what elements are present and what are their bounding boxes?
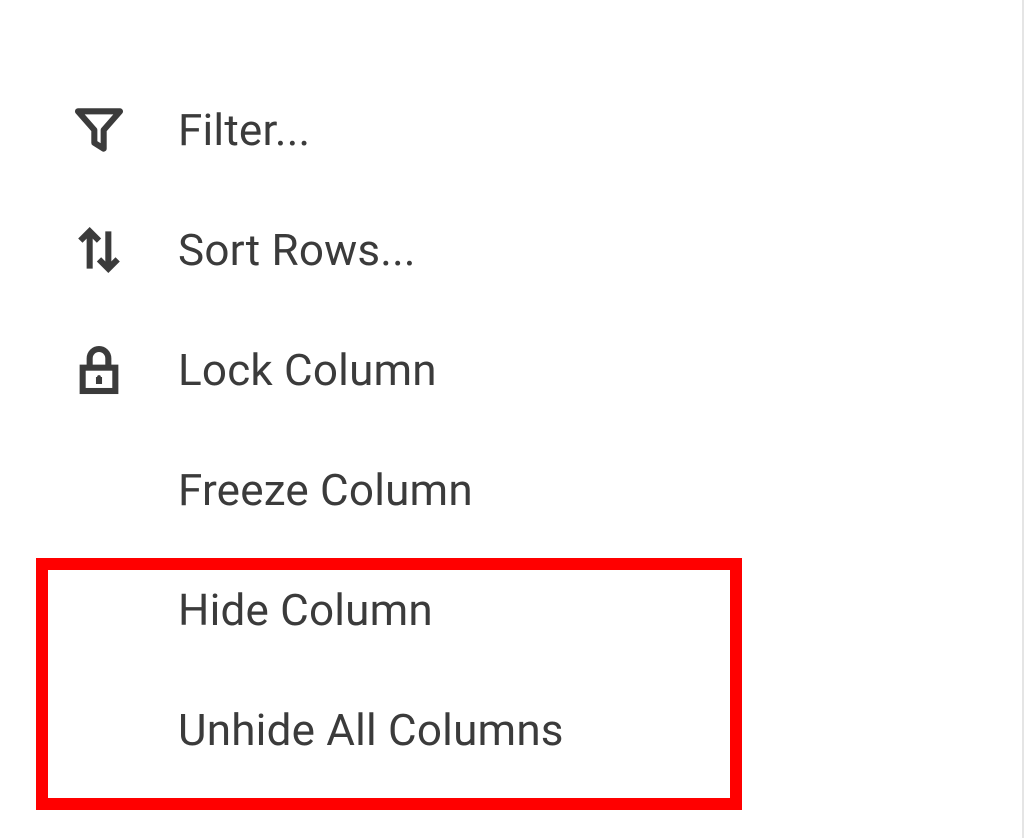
menu-item-label: Unhide All Columns: [178, 704, 564, 756]
menu-item-label: Freeze Column: [178, 464, 473, 516]
no-icon: [68, 459, 130, 521]
menu-item-label: Filter...: [178, 104, 310, 156]
menu-item-hide-column[interactable]: Hide Column: [68, 550, 564, 670]
menu-item-unhide-all-columns[interactable]: Unhide All Columns: [68, 670, 564, 790]
menu-item-label: Lock Column: [178, 344, 437, 396]
menu-item-freeze-column[interactable]: Freeze Column: [68, 430, 564, 550]
column-context-menu: Filter... Sort Rows... Lock Column Freez…: [68, 70, 564, 790]
menu-item-sort-rows[interactable]: Sort Rows...: [68, 190, 564, 310]
filter-icon: [68, 99, 130, 161]
menu-item-filter[interactable]: Filter...: [68, 70, 564, 190]
menu-item-label: Sort Rows...: [178, 224, 416, 276]
no-icon: [68, 699, 130, 761]
no-icon: [68, 579, 130, 641]
menu-item-label: Hide Column: [178, 584, 433, 636]
sort-icon: [68, 219, 130, 281]
lock-icon: [68, 339, 130, 401]
menu-item-lock-column[interactable]: Lock Column: [68, 310, 564, 430]
